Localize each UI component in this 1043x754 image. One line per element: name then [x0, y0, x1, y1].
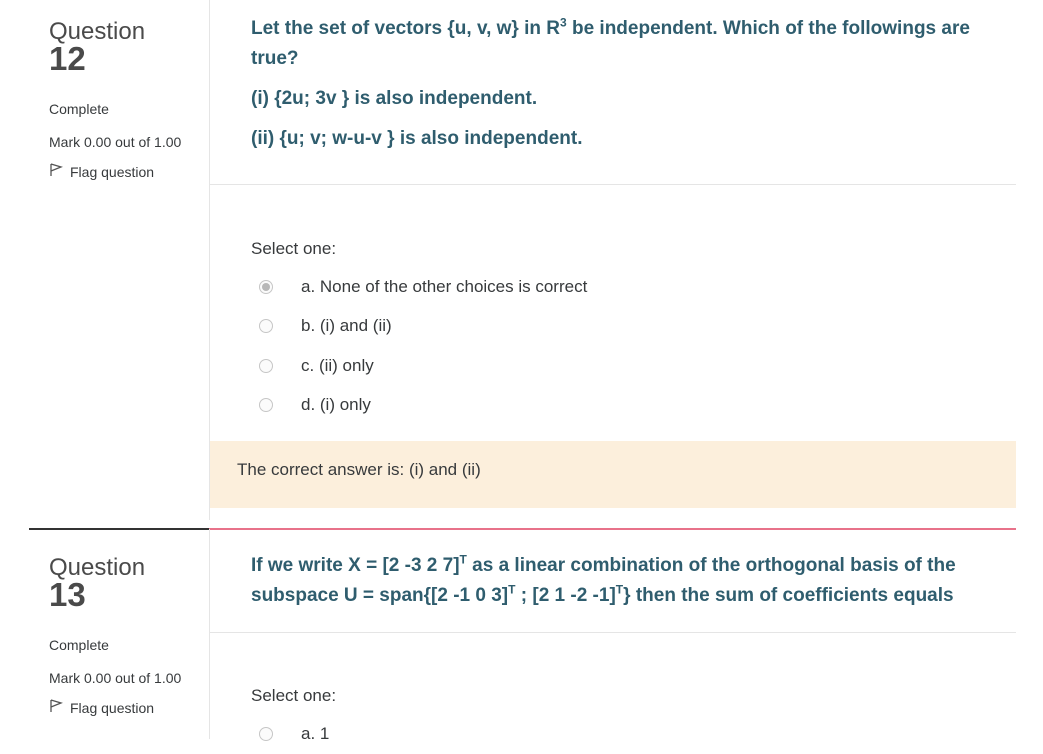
select-one-prompt: Select one:: [251, 239, 337, 258]
flag-label: Flag question: [70, 699, 155, 716]
radio-button-checked[interactable]: [259, 279, 273, 294]
divider: [210, 632, 1016, 633]
option-label: a. None of the other choices is correct: [301, 276, 588, 296]
flag-label: Flag question: [70, 163, 155, 180]
superscript: 3: [560, 15, 567, 30]
radio-button[interactable]: [259, 319, 273, 334]
question-grade: Mark 0.00 out of 1.00: [49, 670, 182, 686]
option-d[interactable]: d. (i) only: [251, 386, 1016, 426]
option-a[interactable]: a. None of the other choices is correct: [251, 267, 1016, 307]
question-content: Let the set of vectors {u, v, w} in R3 b…: [209, 0, 1016, 520]
flag-question-button[interactable]: Flag question: [49, 163, 199, 180]
flag-icon: [49, 699, 63, 716]
question-number: 13: [49, 576, 86, 613]
question-text-part: If we write X = [2 -3 2 7]: [251, 555, 460, 576]
answer-block: Select one: a. 1: [251, 686, 1016, 754]
question-grade: Mark 0.00 out of 1.00: [49, 134, 182, 150]
radio-button[interactable]: [259, 358, 273, 373]
select-one-prompt: Select one:: [251, 686, 337, 705]
question-13: Question 13 Complete Mark 0.00 out of 1.…: [0, 529, 1043, 743]
question-text-part: } then the sum of coefficients equals: [623, 585, 954, 606]
statement-i: (i) {2u; 3v } is also independent.: [251, 88, 538, 109]
radio-button[interactable]: [259, 398, 273, 413]
question-state: Complete: [49, 101, 109, 117]
option-c[interactable]: c. (ii) only: [251, 346, 1016, 386]
statement-ii: (ii) {u; v; w-u-v } is also independent.: [251, 128, 583, 149]
question-text: If we write X = [2 -3 2 7]T as a linear …: [251, 551, 1006, 611]
option-label: a. 1: [301, 723, 330, 743]
question-text-part: ; [2 1 -2 -1]: [515, 585, 616, 606]
option-label: c. (ii) only: [301, 355, 374, 375]
divider: [210, 184, 1016, 185]
superscript: T: [459, 552, 467, 567]
feedback-box: The correct answer is: (i) and (ii): [210, 441, 1016, 508]
option-label: b. (i) and (ii): [301, 316, 392, 336]
flag-question-button[interactable]: Flag question: [49, 699, 199, 716]
option-b[interactable]: b. (i) and (ii): [251, 307, 1016, 347]
answer-block: Select one: a. None of the other choices…: [251, 239, 1016, 425]
question-state: Complete: [49, 637, 109, 653]
question-number: 12: [49, 40, 86, 77]
question-info: Question 12 Complete Mark 0.00 out of 1.…: [0, 0, 209, 520]
radio-button[interactable]: [259, 726, 273, 741]
option-label: d. (i) only: [301, 395, 371, 415]
question-text: Let the set of vectors {u, v, w} in R3 b…: [251, 14, 1006, 164]
question-content: If we write X = [2 -3 2 7]T as a linear …: [209, 529, 1016, 743]
option-a[interactable]: a. 1: [251, 714, 1016, 754]
correct-answer-text: The correct answer is: (i) and (ii): [237, 460, 481, 479]
question-info: Question 13 Complete Mark 0.00 out of 1.…: [0, 529, 209, 739]
question-12: Question 12 Complete Mark 0.00 out of 1.…: [0, 0, 1043, 520]
flag-icon: [49, 163, 63, 180]
question-text-part: Let the set of vectors {u, v, w} in R: [251, 18, 560, 39]
